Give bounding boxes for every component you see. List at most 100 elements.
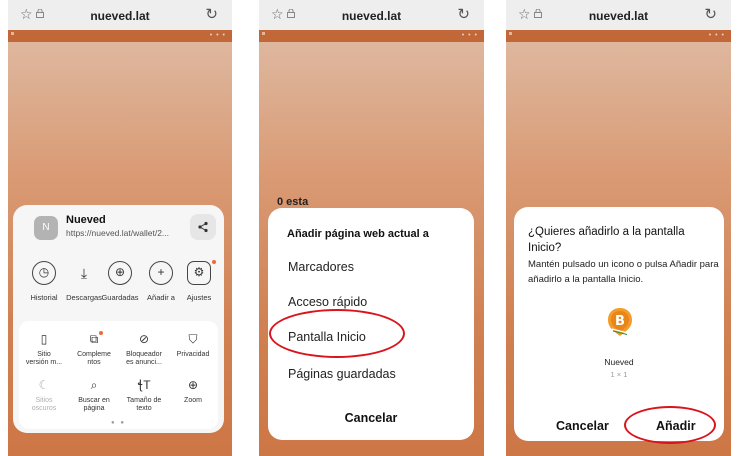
reload-icon[interactable]: ↻ xyxy=(704,5,717,23)
download-icon: ⤓ xyxy=(72,261,96,285)
address-bar[interactable]: ☆ nueved.lat ↻ xyxy=(506,0,731,30)
browser-menu-sheet: N Nueved https://nueved.lat/wallet/2... … xyxy=(13,205,224,433)
option-bookmarks[interactable]: Marcadores xyxy=(288,260,354,274)
text-size-button[interactable]: ꞎT Tamaño de texto xyxy=(119,377,169,413)
grid-label-line2: versión m... xyxy=(25,359,63,366)
grid-label-line2: es anunci... xyxy=(126,359,162,366)
app-name: Nueved xyxy=(604,357,634,367)
grid-label-line1: Bloqueador xyxy=(126,351,162,358)
grid-label: Sitio versión m... xyxy=(19,351,69,367)
grid-label-line1: Tamaño de xyxy=(126,397,162,404)
address-bar[interactable]: ☆ nueved.lat ↻ xyxy=(8,0,232,30)
address-bar-domain: nueved.lat xyxy=(588,9,649,23)
dark-sites-button[interactable]: ☾ Sitios oscuros xyxy=(19,377,69,413)
screenshot-panel-2: ☆ nueved.lat ↻ • • • 0 esta Añadir págin… xyxy=(259,0,484,456)
desktop-site-button[interactable]: ▯ Sitio versión m... xyxy=(19,331,69,367)
grid-label-line1: Zoom xyxy=(184,397,202,404)
webpage-header-strip: • • • xyxy=(8,30,232,42)
ad-blockers-button[interactable]: ⊘ Bloqueador es anunci... xyxy=(119,331,169,367)
grid-label-line1: Privacidad xyxy=(176,351,210,358)
dialog-body: Mantén pulsado un icono o pulsa Añadir p… xyxy=(528,259,719,285)
svg-text:B: B xyxy=(615,314,625,329)
header-menu-icon xyxy=(509,32,512,35)
bitcoin-app-icon[interactable]: B xyxy=(607,307,633,337)
site-info-row: N Nueved https://nueved.lat/wallet/2... xyxy=(13,205,224,249)
addons-button[interactable]: ⧉ Compleme ntos xyxy=(69,331,119,367)
cancel-button[interactable]: Cancelar xyxy=(268,411,474,425)
share-icon xyxy=(198,221,208,233)
share-button[interactable] xyxy=(190,214,216,240)
grid-label: Tamaño de texto xyxy=(119,397,169,413)
quick-actions-row: ◷ Historial ⤓ Descargas ⊕ Guardadas + Añ… xyxy=(13,260,224,311)
settings-label: Ajustes xyxy=(186,293,212,302)
highlight-circle-add xyxy=(624,406,716,444)
saved-label: Guardadas xyxy=(101,293,139,302)
grid-label-line2: texto xyxy=(136,405,152,412)
grid-label: Buscar en página xyxy=(69,397,119,413)
grid-label: Privacidad xyxy=(168,351,218,359)
grid-label: Bloqueador es anunci... xyxy=(119,351,169,367)
option-quick-access[interactable]: Acceso rápido xyxy=(288,295,367,309)
screenshot-panel-1: ☆ nueved.lat ↻ • • • N Nueved https://nu… xyxy=(8,0,232,456)
notification-dot xyxy=(212,260,216,264)
settings-button[interactable]: ⚙ Ajustes xyxy=(178,260,220,302)
grid-label: Compleme ntos xyxy=(69,351,119,367)
reload-icon[interactable]: ↻ xyxy=(205,5,218,23)
grid-label-line2: ntos xyxy=(87,359,101,366)
find-icon: ⌕ xyxy=(90,378,98,392)
block-icon: ⊘ xyxy=(138,332,150,346)
page-indicator: ● ● xyxy=(111,420,126,426)
phone-icon: ▯ xyxy=(40,332,48,346)
grid-label-line1: Sitio xyxy=(37,351,51,358)
header-dots-icon: • • • xyxy=(209,32,226,39)
reload-icon[interactable]: ↻ xyxy=(457,5,470,23)
notification-dot xyxy=(99,331,103,335)
grid-label-line1: Compleme xyxy=(77,351,111,358)
highlight-circle-home-screen xyxy=(269,309,405,358)
add-to-home-dialog: ¿Quieres añadirlo a la pantalla Inicio? … xyxy=(514,207,724,441)
option-saved-pages[interactable]: Páginas guardadas xyxy=(288,367,396,381)
moon-icon: ☾ xyxy=(38,378,50,392)
shield-icon: ⛉ xyxy=(188,332,198,346)
site-name: Nueved xyxy=(66,214,106,226)
grid-label-line2: página xyxy=(83,405,105,412)
saved-pages-button[interactable]: ⊕ Guardadas xyxy=(99,261,141,302)
text-size-icon: ꞎT xyxy=(137,378,151,392)
webpage-header-strip: • • • xyxy=(259,30,484,42)
clock-icon: ◷ xyxy=(32,261,56,285)
address-bar[interactable]: ☆ nueved.lat ↻ xyxy=(259,0,484,30)
history-button[interactable]: ◷ Historial xyxy=(23,261,65,302)
grid-label-line1: Buscar en xyxy=(78,397,110,404)
screenshot-panel-3: ☆ nueved.lat ↻ • • • ¿Quieres añadirlo a… xyxy=(506,0,731,456)
zoom-button[interactable]: ⊕ Zoom xyxy=(168,377,218,405)
gear-icon: ⚙ xyxy=(187,261,211,285)
add-to-button[interactable]: + Añadir a xyxy=(140,261,182,302)
address-bar-domain: nueved.lat xyxy=(341,9,402,23)
puzzle-icon: ⧉ xyxy=(89,332,99,346)
header-menu-icon xyxy=(11,32,14,35)
grid-label-line2: oscuros xyxy=(31,405,57,412)
site-avatar: N xyxy=(34,216,58,240)
cancel-button[interactable]: Cancelar xyxy=(556,419,609,433)
grid-label: Zoom xyxy=(168,397,218,405)
plus-circle-icon: + xyxy=(149,261,173,285)
app-size: 1 × 1 xyxy=(610,370,628,379)
zoom-icon: ⊕ xyxy=(187,378,199,392)
webpage-header-strip: • • • xyxy=(506,30,731,42)
site-url: https://nueved.lat/wallet/2... xyxy=(66,228,170,238)
grid-label: Sitios oscuros xyxy=(19,397,69,413)
privacy-button[interactable]: ⛉ Privacidad xyxy=(168,331,218,359)
grid-label-line1: Sitios xyxy=(35,397,53,404)
add-to-label: Añadir a xyxy=(147,293,175,302)
header-dots-icon: • • • xyxy=(708,32,725,39)
menu-grid-card: ▯ Sitio versión m... ⧉ Compleme ntos ⊘ Blo… xyxy=(19,321,218,429)
header-menu-icon xyxy=(262,32,265,35)
dialog-title: Añadir página web actual a xyxy=(287,228,429,240)
header-dots-icon: • • • xyxy=(461,32,478,39)
dialog-title: ¿Quieres añadirlo a la pantalla Inicio? xyxy=(528,226,685,254)
globe-icon: ⊕ xyxy=(108,261,132,285)
find-in-page-button[interactable]: ⌕ Buscar en página xyxy=(69,377,119,413)
address-bar-domain: nueved.lat xyxy=(90,9,150,23)
webpage-partial-text: 0 esta xyxy=(277,196,309,208)
history-label: Historial xyxy=(30,293,58,302)
